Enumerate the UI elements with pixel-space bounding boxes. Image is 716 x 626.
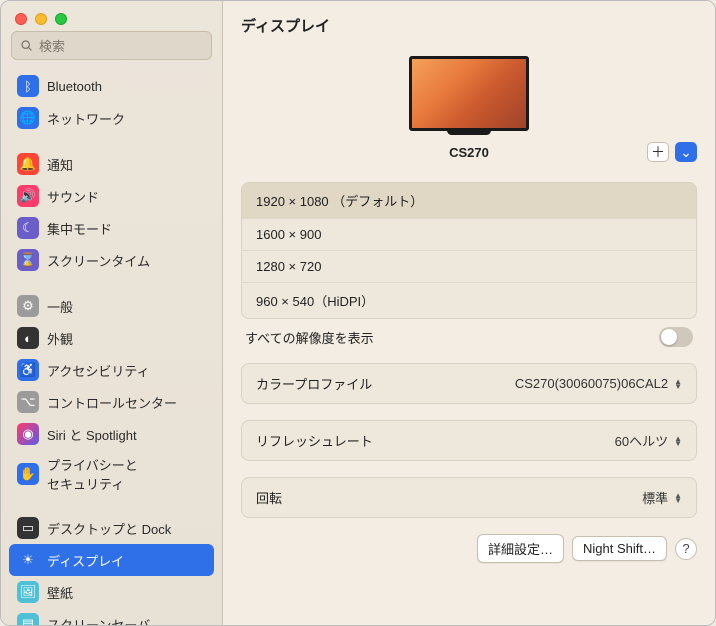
sidebar-item-label: 一般 — [47, 297, 73, 316]
sidebar-item-label: デスクトップと Dock — [47, 519, 171, 538]
updown-icon: ▲▼ — [674, 493, 682, 503]
search-input[interactable]: 検索 — [11, 31, 212, 60]
page-title: ディスプレイ — [223, 1, 715, 46]
sidebar-item-label: アクセシビリティ — [47, 361, 150, 380]
display-options-button[interactable]: ⌄ — [675, 142, 697, 162]
bluetooth-icon: ᛒ — [17, 75, 39, 97]
rotation-card: 回転 標準 ▲▼ — [241, 477, 697, 518]
fullscreen-window-button[interactable] — [55, 13, 67, 25]
appearance-icon: ◐ — [17, 327, 39, 349]
accessibility-icon: ♿ — [17, 359, 39, 381]
resolution-label: 960 × 540（HiDPI） — [256, 294, 374, 309]
sidebar-item-screentime[interactable]: ⌛ スクリーンタイム — [9, 244, 214, 276]
sidebar-item-screensaver[interactable]: ▤ スクリーンセーバ — [9, 608, 214, 625]
sidebar-item-label: コントロールセンター — [47, 393, 177, 412]
close-window-button[interactable] — [15, 13, 27, 25]
show-all-resolutions-toggle[interactable] — [659, 327, 693, 347]
sidebar-item-sound[interactable]: 🔊 サウンド — [9, 180, 214, 212]
screentime-icon: ⌛ — [17, 249, 39, 271]
sidebar-item-label: 通知 — [47, 155, 73, 174]
rotation-select[interactable]: 標準 ▲▼ — [642, 488, 682, 507]
resolution-label: 1600 × 900 — [256, 227, 321, 242]
footer-buttons: 詳細設定… Night Shift… ? — [241, 534, 697, 563]
display-icon: ☀ — [17, 549, 39, 571]
search-placeholder: 検索 — [39, 36, 65, 55]
sidebar-item-display[interactable]: ☀ ディスプレイ — [9, 544, 214, 576]
sidebar-item-label: サウンド — [47, 187, 99, 206]
sidebar-item-wallpaper[interactable]: 🖼 壁紙 — [9, 576, 214, 608]
sidebar-item-label: スクリーンセーバ — [47, 615, 150, 626]
help-button[interactable]: ? — [675, 538, 697, 560]
resolution-option[interactable]: 1280 × 720 — [242, 251, 696, 283]
add-display-button[interactable]: ＋ — [647, 142, 669, 162]
search-icon — [20, 39, 33, 52]
advanced-settings-button[interactable]: 詳細設定… — [477, 534, 564, 563]
sidebar-item-label: ディスプレイ — [47, 551, 124, 570]
screensaver-icon: ▤ — [17, 613, 39, 625]
sidebar-item-notifications[interactable]: 🔔 通知 — [9, 148, 214, 180]
sidebar-item-label: Siri と Spotlight — [47, 425, 137, 444]
sidebar-item-bluetooth[interactable]: ᛒ Bluetooth — [9, 70, 214, 102]
sidebar-item-label: ネットワーク — [47, 109, 125, 128]
main: ディスプレイ CS270 ＋ ⌄ 1920 × 1080 （デフォルト） 160… — [223, 1, 715, 625]
general-icon: ⚙ — [17, 295, 39, 317]
refresh-rate-value: 60ヘルツ — [615, 431, 668, 450]
chevron-down-icon: ⌄ — [680, 144, 692, 161]
notification-icon: 🔔 — [17, 153, 39, 175]
monitor-preview[interactable] — [409, 56, 529, 131]
refresh-rate-card: リフレッシュレート 60ヘルツ ▲▼ — [241, 420, 697, 461]
show-all-resolutions-label: すべての解像度を表示 — [245, 328, 374, 347]
minimize-window-button[interactable] — [35, 13, 47, 25]
sidebar-item-label: 集中モード — [47, 219, 112, 238]
show-all-resolutions-row: すべての解像度を表示 — [241, 319, 697, 347]
window: 検索 ᛒ Bluetooth 🌐 ネットワーク 🔔 通知 🔊 サウンド ☾ — [0, 0, 716, 626]
sidebar-item-label: 外観 — [47, 329, 73, 348]
sidebar-list: ᛒ Bluetooth 🌐 ネットワーク 🔔 通知 🔊 サウンド ☾ 集中モード — [1, 70, 222, 625]
color-profile-card: カラープロファイル CS270(30060075)06CAL2 ▲▼ — [241, 363, 697, 404]
updown-icon: ▲▼ — [674, 379, 682, 389]
resolution-label: 1920 × 1080 （デフォルト） — [256, 194, 423, 209]
resolution-option[interactable]: 960 × 540（HiDPI） — [242, 283, 696, 318]
desktop-icon: ▭ — [17, 517, 39, 539]
sidebar-item-network[interactable]: 🌐 ネットワーク — [9, 102, 214, 134]
monitor-preview-area: CS270 ＋ ⌄ — [241, 46, 697, 166]
color-profile-value: CS270(30060075)06CAL2 — [515, 376, 668, 391]
color-profile-select[interactable]: CS270(30060075)06CAL2 ▲▼ — [515, 376, 682, 391]
sidebar-item-controlcenter[interactable]: ⌥ コントロールセンター — [9, 386, 214, 418]
siri-icon: ◉ — [17, 423, 39, 445]
refresh-rate-label: リフレッシュレート — [256, 431, 373, 450]
sidebar-item-label: 壁紙 — [47, 583, 73, 602]
controlcenter-icon: ⌥ — [17, 391, 39, 413]
sidebar-item-privacy[interactable]: ✋ プライバシーと セキュリティ — [9, 450, 214, 498]
resolution-option[interactable]: 1920 × 1080 （デフォルト） — [242, 183, 696, 219]
sound-icon: 🔊 — [17, 185, 39, 207]
sidebar: 検索 ᛒ Bluetooth 🌐 ネットワーク 🔔 通知 🔊 サウンド ☾ — [1, 1, 223, 625]
sidebar-item-label: Bluetooth — [47, 79, 102, 94]
refresh-rate-select[interactable]: 60ヘルツ ▲▼ — [615, 431, 682, 450]
network-icon: 🌐 — [17, 107, 39, 129]
resolution-card: 1920 × 1080 （デフォルト） 1600 × 900 1280 × 72… — [241, 182, 697, 319]
sidebar-item-siri[interactable]: ◉ Siri と Spotlight — [9, 418, 214, 450]
sidebar-item-focus[interactable]: ☾ 集中モード — [9, 212, 214, 244]
rotation-label: 回転 — [256, 488, 282, 507]
rotation-value: 標準 — [642, 488, 668, 507]
resolution-option[interactable]: 1600 × 900 — [242, 219, 696, 251]
resolution-label: 1280 × 720 — [256, 259, 321, 274]
sidebar-item-accessibility[interactable]: ♿ アクセシビリティ — [9, 354, 214, 386]
sidebar-item-appearance[interactable]: ◐ 外観 — [9, 322, 214, 354]
monitor-name: CS270 — [449, 145, 489, 160]
focus-icon: ☾ — [17, 217, 39, 239]
privacy-icon: ✋ — [17, 463, 39, 485]
sidebar-item-label: スクリーンタイム — [47, 251, 150, 270]
sidebar-item-desktop[interactable]: ▭ デスクトップと Dock — [9, 512, 214, 544]
sidebar-item-general[interactable]: ⚙ 一般 — [9, 290, 214, 322]
window-controls — [1, 1, 222, 31]
sidebar-item-label: プライバシーと セキュリティ — [47, 455, 138, 493]
updown-icon: ▲▼ — [674, 436, 682, 446]
night-shift-button[interactable]: Night Shift… — [572, 536, 667, 561]
color-profile-label: カラープロファイル — [256, 374, 372, 393]
wallpaper-icon: 🖼 — [17, 581, 39, 603]
